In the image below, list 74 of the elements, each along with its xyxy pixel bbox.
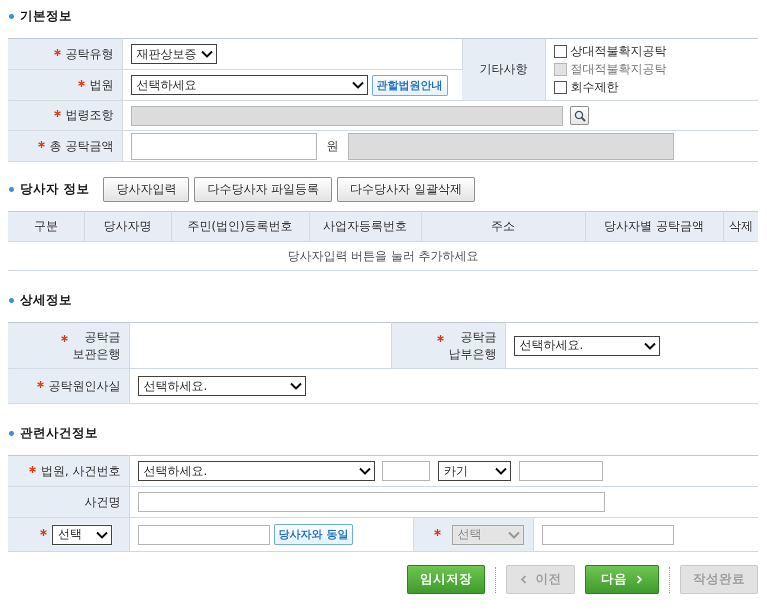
chevron-icon xyxy=(358,467,370,475)
chevron-icon xyxy=(290,382,302,390)
court-guide-button[interactable]: 관할법원안내 xyxy=(372,74,448,96)
field-label: 총 공탁금액 xyxy=(50,138,114,152)
input-field[interactable] xyxy=(138,524,270,544)
checkbox[interactable] xyxy=(554,81,566,94)
section-title: 당사자 정보 xyxy=(20,180,90,198)
column-header: 구분 xyxy=(8,212,84,242)
checkbox-label: 절대적불확지공탁 xyxy=(570,61,666,78)
column-header: 삭제 xyxy=(723,212,758,242)
section-title: 상세정보 xyxy=(20,292,72,308)
action-button[interactable]: 당사자입력 xyxy=(103,176,190,202)
field-label: 기타사항 xyxy=(480,62,528,76)
required-icon xyxy=(60,334,68,342)
field-label: 공탁원인사실 xyxy=(48,378,120,392)
field-label: 공탁금 납부은행 xyxy=(448,328,496,362)
same-as-party-button[interactable]: 당사자와 동일 xyxy=(274,524,354,545)
action-button[interactable]: 다수당사자 파일등록 xyxy=(194,176,332,202)
section-title: 관련사건정보 xyxy=(20,424,98,442)
required-icon xyxy=(78,80,84,86)
input-field[interactable] xyxy=(542,524,674,544)
input-field[interactable] xyxy=(382,461,430,481)
required-icon xyxy=(436,334,444,342)
required-icon xyxy=(38,140,45,148)
input-field[interactable] xyxy=(130,132,316,160)
field-label: 사건명 xyxy=(84,494,120,508)
field-label: 법원 xyxy=(90,78,114,92)
dropdown[interactable]: 재판상보증 xyxy=(130,44,216,64)
dropdown[interactable]: 카기 xyxy=(438,461,512,481)
required-icon xyxy=(28,466,36,472)
bullet-icon xyxy=(9,14,14,18)
column-header: 당사자명 xyxy=(84,212,171,242)
input-field[interactable] xyxy=(138,492,604,512)
chevron-icon xyxy=(508,530,520,538)
dropdown[interactable]: 선택하세요. xyxy=(514,336,660,356)
search-button[interactable] xyxy=(570,106,590,125)
required-icon xyxy=(434,528,440,536)
section-title: 기본정보 xyxy=(20,8,72,24)
bullet-icon xyxy=(9,430,14,436)
chevron-icon xyxy=(352,81,364,89)
field-label: 공탁유형 xyxy=(66,46,114,60)
bullet-icon xyxy=(9,298,14,302)
column-header: 사업자등록번호 xyxy=(309,212,421,242)
chevron-left-icon xyxy=(520,575,526,584)
input-field[interactable] xyxy=(130,106,562,126)
unit-label: 원 xyxy=(326,138,338,154)
chevron-icon xyxy=(495,467,508,475)
required-icon xyxy=(54,110,60,117)
required-icon xyxy=(54,48,60,56)
field-label: 법령조항 xyxy=(66,108,114,122)
chevron-icon xyxy=(200,50,212,58)
required-icon xyxy=(36,380,44,388)
dropdown[interactable]: 선택하세요. xyxy=(138,461,374,481)
field-label: 공탁금 보관은행 xyxy=(72,328,120,362)
chevron-icon xyxy=(96,530,108,538)
column-header: 주소 xyxy=(421,212,585,242)
search-icon xyxy=(574,110,586,122)
chevron-icon xyxy=(644,342,656,350)
input-field[interactable] xyxy=(348,132,674,160)
action-button[interactable]: 다수당사자 일괄삭제 xyxy=(337,176,476,202)
checkbox-label: 회수제한 xyxy=(570,79,618,96)
column-header: 당사자별 공탁금액 xyxy=(585,212,723,242)
dropdown[interactable]: 선택 xyxy=(52,524,112,544)
input-field[interactable] xyxy=(518,461,603,481)
field-label: 법원, 사건번호 xyxy=(40,464,120,478)
bullet-icon xyxy=(9,186,14,192)
empty-message: 당사자입력 버튼을 눌러 추가하세요 xyxy=(8,242,758,270)
checkbox-label: 상대적불확지공탁 xyxy=(570,43,666,60)
column-header: 주민(법인)등록번호 xyxy=(171,212,309,242)
dropdown[interactable]: 선택하세요 xyxy=(130,75,368,95)
checkbox[interactable] xyxy=(554,45,566,58)
required-icon xyxy=(40,528,47,536)
chevron-right-icon xyxy=(636,575,643,584)
dropdown[interactable]: 선택하세요. xyxy=(138,376,306,396)
